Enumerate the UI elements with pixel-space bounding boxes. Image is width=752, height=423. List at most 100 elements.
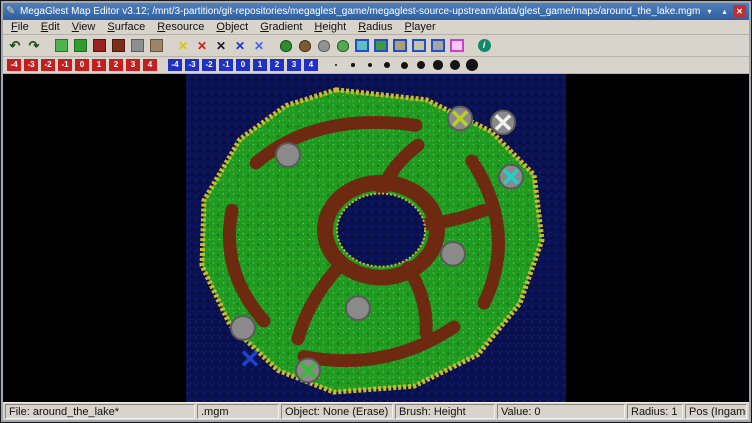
object-tree-icon[interactable] bbox=[277, 37, 295, 55]
undo-icon-glyph: ↶ bbox=[10, 39, 21, 52]
gradient-brush-neg2[interactable]: -2 bbox=[201, 58, 217, 73]
menu-player[interactable]: Player bbox=[398, 20, 441, 34]
menu-surface[interactable]: Surface bbox=[101, 20, 151, 34]
menu-radius[interactable]: Radius bbox=[352, 20, 398, 34]
minimize-button[interactable]: ▾ bbox=[703, 5, 716, 18]
toolbar-separator bbox=[269, 45, 277, 46]
map-lake bbox=[337, 194, 425, 267]
resource-4-icon-glyph: ✕ bbox=[235, 40, 245, 52]
height-brush-4[interactable]: 4 bbox=[142, 58, 158, 73]
height-brush-neg2[interactable]: -2 bbox=[40, 58, 56, 73]
surface-grass-icon-swatch bbox=[55, 39, 68, 52]
resource-stone-icon[interactable]: ✕ bbox=[193, 37, 211, 55]
object-big-tree-icon[interactable] bbox=[372, 37, 390, 55]
gradient-brush-0[interactable]: 0 bbox=[235, 58, 251, 73]
height-brush-neg4-icon: -4 bbox=[7, 59, 21, 71]
toolbar-separator bbox=[166, 45, 174, 46]
menu-edit[interactable]: Edit bbox=[35, 20, 66, 34]
object-water-object-icon[interactable] bbox=[353, 37, 371, 55]
menu-resource[interactable]: Resource bbox=[151, 20, 210, 34]
gradient-brush-3-icon: 3 bbox=[287, 59, 301, 71]
surface-road-icon-swatch bbox=[93, 39, 106, 52]
maximize-button[interactable]: ▴ bbox=[718, 5, 731, 18]
toolbar-brush: -4-3-2-101234-4-3-2-101234 bbox=[3, 57, 749, 74]
radius-brush-9[interactable] bbox=[464, 58, 480, 73]
rock bbox=[231, 316, 255, 340]
resource-stone-icon-glyph: ✕ bbox=[197, 40, 207, 52]
gradient-brush-neg4[interactable]: -4 bbox=[167, 58, 183, 73]
surface-grass-icon[interactable] bbox=[52, 37, 70, 55]
resource-3-icon-glyph: ✕ bbox=[216, 40, 226, 52]
surface-custom-icon-swatch bbox=[150, 39, 163, 52]
radius-brush-6-icon bbox=[414, 59, 428, 71]
object-hanged-icon[interactable] bbox=[391, 37, 409, 55]
height-brush-neg2-icon: -2 bbox=[41, 59, 55, 71]
map-canvas[interactable] bbox=[3, 74, 749, 402]
statusbar: File: around_the_lake* .mgm Object: None… bbox=[3, 402, 749, 420]
object-dead-tree-icon[interactable] bbox=[296, 37, 314, 55]
resource-5-icon[interactable]: ✕ bbox=[250, 37, 268, 55]
redo-icon[interactable]: ↷ bbox=[25, 37, 43, 55]
menu-object[interactable]: Object bbox=[210, 20, 254, 34]
toolbar-separator bbox=[159, 65, 167, 66]
surface-road-icon[interactable] bbox=[90, 37, 108, 55]
resource-3-icon[interactable]: ✕ bbox=[212, 37, 230, 55]
object-bush-icon[interactable] bbox=[334, 37, 352, 55]
gradient-brush-1[interactable]: 1 bbox=[252, 58, 268, 73]
object-stone-icon-shape bbox=[318, 40, 330, 52]
object-big-rock-icon-frame bbox=[431, 39, 445, 52]
status-ext: .mgm bbox=[197, 404, 279, 419]
close-button[interactable]: ✕ bbox=[733, 5, 746, 18]
object-tree-icon-shape bbox=[280, 40, 292, 52]
height-brush-neg3-icon: -3 bbox=[24, 59, 38, 71]
height-brush-neg3[interactable]: -3 bbox=[23, 58, 39, 73]
gradient-brush-4[interactable]: 4 bbox=[303, 58, 319, 73]
radius-brush-8[interactable] bbox=[447, 58, 463, 73]
radius-brush-1[interactable] bbox=[328, 58, 344, 73]
surface-custom-icon[interactable] bbox=[147, 37, 165, 55]
height-brush-3[interactable]: 3 bbox=[125, 58, 141, 73]
height-brush-1[interactable]: 1 bbox=[91, 58, 107, 73]
gradient-brush-2[interactable]: 2 bbox=[269, 58, 285, 73]
object-invisible-icon[interactable] bbox=[448, 37, 466, 55]
gradient-brush-3[interactable]: 3 bbox=[286, 58, 302, 73]
surface-ground-icon-swatch bbox=[131, 39, 144, 52]
radius-brush-5[interactable] bbox=[396, 58, 412, 73]
surface-ground-icon[interactable] bbox=[128, 37, 146, 55]
menu-view[interactable]: View bbox=[66, 20, 102, 34]
height-brush-4-icon: 4 bbox=[143, 59, 157, 71]
gradient-brush-1-icon: 1 bbox=[253, 59, 267, 71]
height-brush-neg1[interactable]: -1 bbox=[57, 58, 73, 73]
info-icon[interactable]: i bbox=[475, 37, 493, 55]
radius-brush-6[interactable] bbox=[413, 58, 429, 73]
object-statues-icon[interactable] bbox=[410, 37, 428, 55]
gradient-brush-neg3[interactable]: -3 bbox=[184, 58, 200, 73]
surface-alt-grass-icon[interactable] bbox=[71, 37, 89, 55]
radius-brush-4[interactable] bbox=[379, 58, 395, 73]
height-brush-2[interactable]: 2 bbox=[108, 58, 124, 73]
window-frame: ✎ MegaGlest Map Editor v3.12; /mnt/3-par… bbox=[1, 1, 751, 422]
radius-brush-3[interactable] bbox=[362, 58, 378, 73]
gradient-brush-neg1-icon: -1 bbox=[219, 59, 233, 71]
radius-brush-7[interactable] bbox=[430, 58, 446, 73]
toolbar-main: ↶ ↷ ✕ ✕ ✕ ✕ ✕ i bbox=[3, 35, 749, 57]
height-brush-0[interactable]: 0 bbox=[74, 58, 90, 73]
resource-4-icon[interactable]: ✕ bbox=[231, 37, 249, 55]
resource-gold-icon[interactable]: ✕ bbox=[174, 37, 192, 55]
menu-height[interactable]: Height bbox=[308, 20, 352, 34]
radius-brush-2[interactable] bbox=[345, 58, 361, 73]
gradient-brush-neg1[interactable]: -1 bbox=[218, 58, 234, 73]
object-bush-icon-shape bbox=[337, 40, 349, 52]
object-big-rock-icon[interactable] bbox=[429, 37, 447, 55]
object-stone-icon[interactable] bbox=[315, 37, 333, 55]
height-brush-0-icon: 0 bbox=[75, 59, 89, 71]
undo-icon[interactable]: ↶ bbox=[6, 37, 24, 55]
map-svg[interactable] bbox=[186, 74, 566, 402]
menu-gradient[interactable]: Gradient bbox=[254, 20, 308, 34]
titlebar[interactable]: ✎ MegaGlest Map Editor v3.12; /mnt/3-par… bbox=[3, 3, 749, 20]
radius-brush-1-icon bbox=[329, 59, 343, 71]
height-brush-neg4[interactable]: -4 bbox=[6, 58, 22, 73]
menu-file[interactable]: File bbox=[5, 20, 35, 34]
surface-stone-icon[interactable] bbox=[109, 37, 127, 55]
status-value: Value: 0 bbox=[497, 404, 625, 419]
